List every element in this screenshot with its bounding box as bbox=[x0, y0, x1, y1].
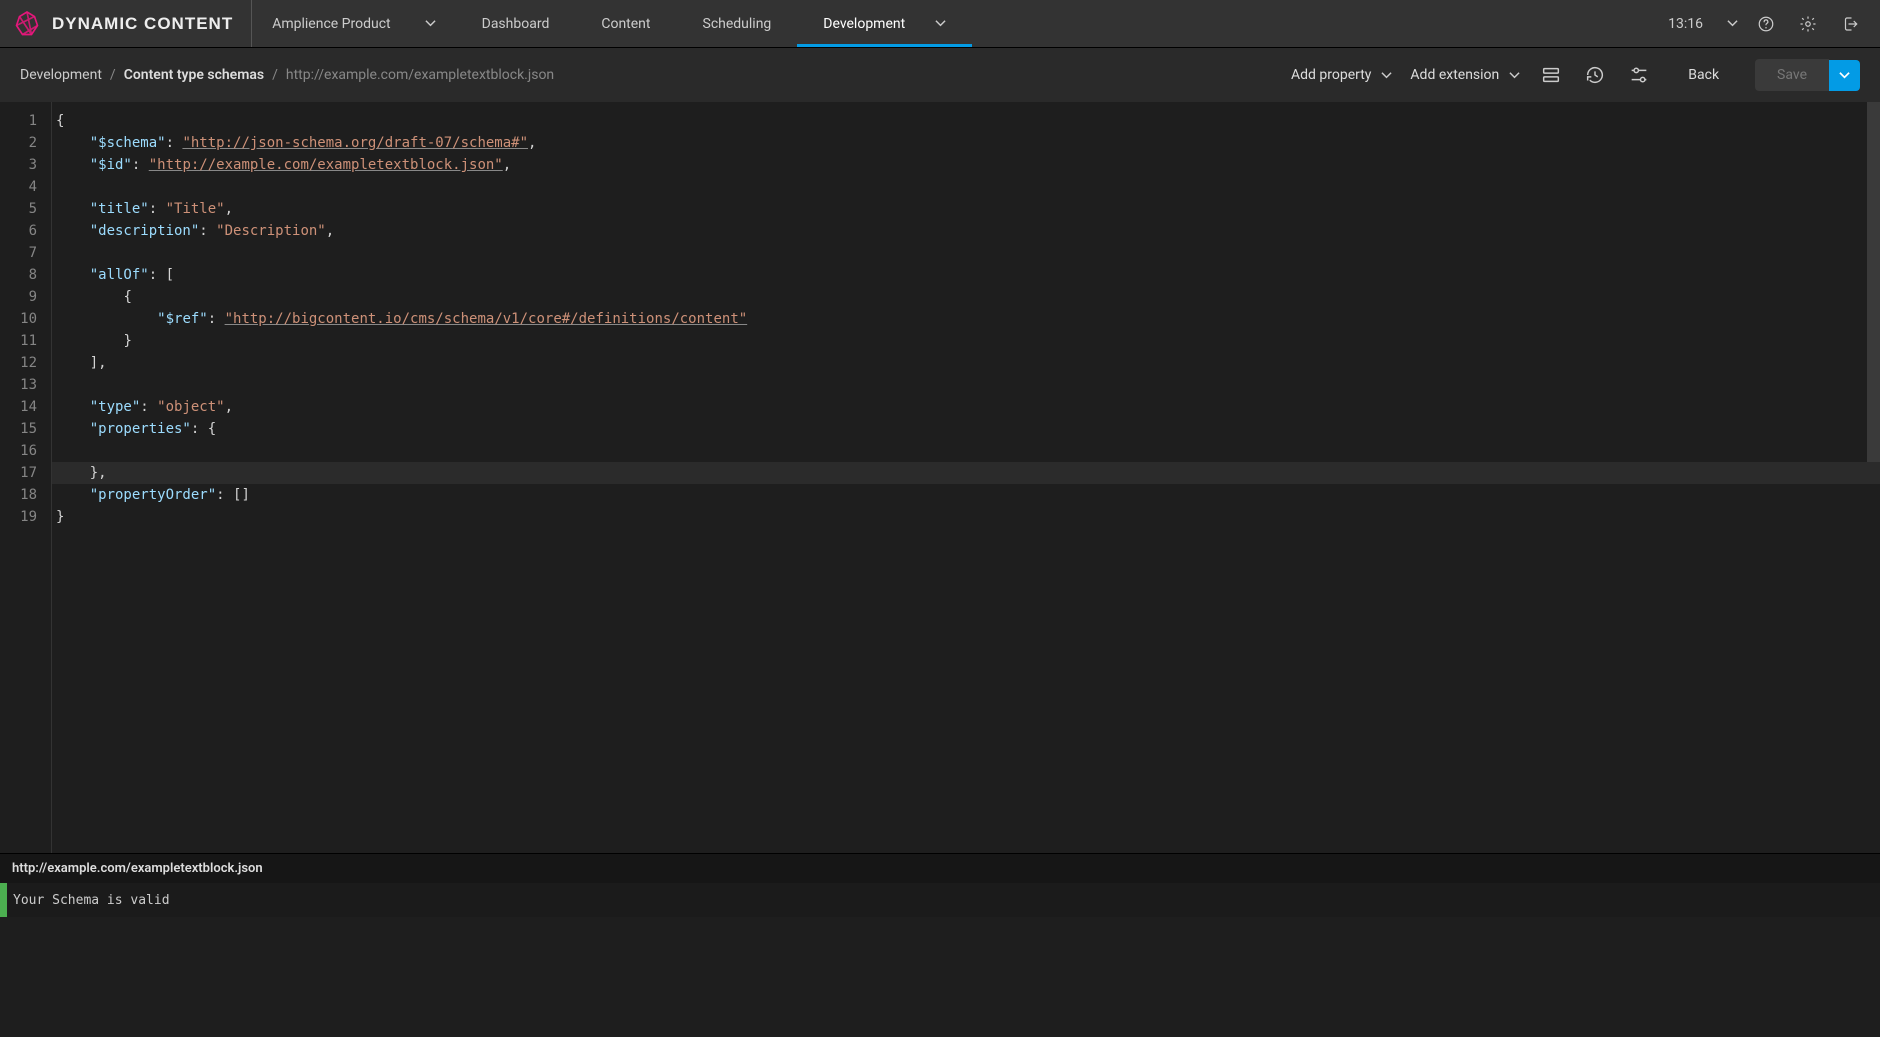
sub-toolbar: Development / Content type schemas / htt… bbox=[0, 48, 1880, 102]
tab-label: Development bbox=[823, 16, 905, 32]
tab-development[interactable]: Development bbox=[797, 0, 972, 47]
code-body[interactable]: { "$schema": "http://json-schema.org/dra… bbox=[52, 102, 1880, 853]
add-extension-button[interactable]: Add extension bbox=[1410, 67, 1520, 83]
panel-toggle-button[interactable] bbox=[1538, 62, 1564, 88]
breadcrumb-schemas[interactable]: Content type schemas bbox=[124, 67, 264, 83]
add-property-label: Add property bbox=[1291, 67, 1371, 83]
add-property-button[interactable]: Add property bbox=[1291, 67, 1392, 83]
history-button[interactable] bbox=[1582, 62, 1608, 88]
back-button[interactable]: Back bbox=[1670, 67, 1737, 83]
breadcrumb-sep: / bbox=[110, 67, 116, 83]
breadcrumb: Development / Content type schemas / htt… bbox=[20, 67, 554, 83]
tab-label: Scheduling bbox=[703, 16, 772, 32]
status-stripe-valid bbox=[0, 883, 7, 917]
chevron-down-icon bbox=[425, 18, 436, 29]
breadcrumb-current: http://example.com/exampletextblock.json bbox=[286, 67, 554, 83]
sliders-button[interactable] bbox=[1626, 62, 1652, 88]
sub-actions: Add property Add extension Back Save bbox=[1291, 59, 1860, 91]
save-button[interactable]: Save bbox=[1755, 59, 1829, 91]
workspace-label: Amplience Product bbox=[272, 16, 390, 32]
save-button-group: Save bbox=[1755, 59, 1860, 91]
chevron-down-icon bbox=[935, 18, 946, 29]
chevron-down-icon bbox=[1509, 70, 1520, 81]
chevron-down-icon bbox=[1839, 70, 1850, 81]
status-message-bar: Your Schema is valid bbox=[0, 883, 1880, 917]
code-editor[interactable]: 12345678910111213141516171819 { "$schema… bbox=[0, 102, 1880, 853]
chevron-down-icon bbox=[1381, 70, 1392, 81]
brand-logo-icon bbox=[12, 9, 42, 39]
chevron-down-icon bbox=[1727, 18, 1738, 29]
clock-text: 13:16 bbox=[1668, 16, 1703, 32]
time-dropdown[interactable]: 13:16 bbox=[1668, 16, 1738, 32]
logout-button[interactable] bbox=[1836, 10, 1864, 38]
breadcrumb-development[interactable]: Development bbox=[20, 67, 102, 83]
status-file-bar: http://example.com/exampletextblock.json bbox=[0, 853, 1880, 883]
scrollbar-thumb[interactable] bbox=[1867, 102, 1880, 462]
settings-button[interactable] bbox=[1794, 10, 1822, 38]
status-file-path: http://example.com/exampletextblock.json bbox=[12, 861, 263, 876]
status-message: Your Schema is valid bbox=[7, 893, 170, 908]
breadcrumb-sep: / bbox=[272, 67, 278, 83]
history-icon bbox=[1584, 64, 1606, 86]
panel-icon bbox=[1540, 64, 1562, 86]
workspace-dropdown[interactable]: Amplience Product bbox=[252, 0, 455, 47]
line-gutter: 12345678910111213141516171819 bbox=[0, 102, 52, 853]
help-icon bbox=[1757, 15, 1775, 33]
gear-icon bbox=[1799, 15, 1817, 33]
tab-label: Dashboard bbox=[482, 16, 550, 32]
help-button[interactable] bbox=[1752, 10, 1780, 38]
nav-right: 13:16 bbox=[1668, 0, 1880, 47]
tab-label: Content bbox=[601, 16, 650, 32]
brand-text: DYNAMIC CONTENT bbox=[52, 14, 233, 34]
add-extension-label: Add extension bbox=[1410, 67, 1499, 83]
logout-icon bbox=[1841, 15, 1859, 33]
tab-content[interactable]: Content bbox=[575, 0, 676, 47]
bottom-fill bbox=[0, 917, 1880, 1037]
tab-dashboard[interactable]: Dashboard bbox=[456, 0, 576, 47]
sliders-icon bbox=[1628, 64, 1650, 86]
save-split-button[interactable] bbox=[1829, 60, 1860, 91]
brand: DYNAMIC CONTENT bbox=[0, 0, 252, 47]
tab-scheduling[interactable]: Scheduling bbox=[677, 0, 798, 47]
nav-tabs: Dashboard Content Scheduling Development bbox=[456, 0, 973, 47]
top-nav: DYNAMIC CONTENT Amplience Product Dashbo… bbox=[0, 0, 1880, 48]
